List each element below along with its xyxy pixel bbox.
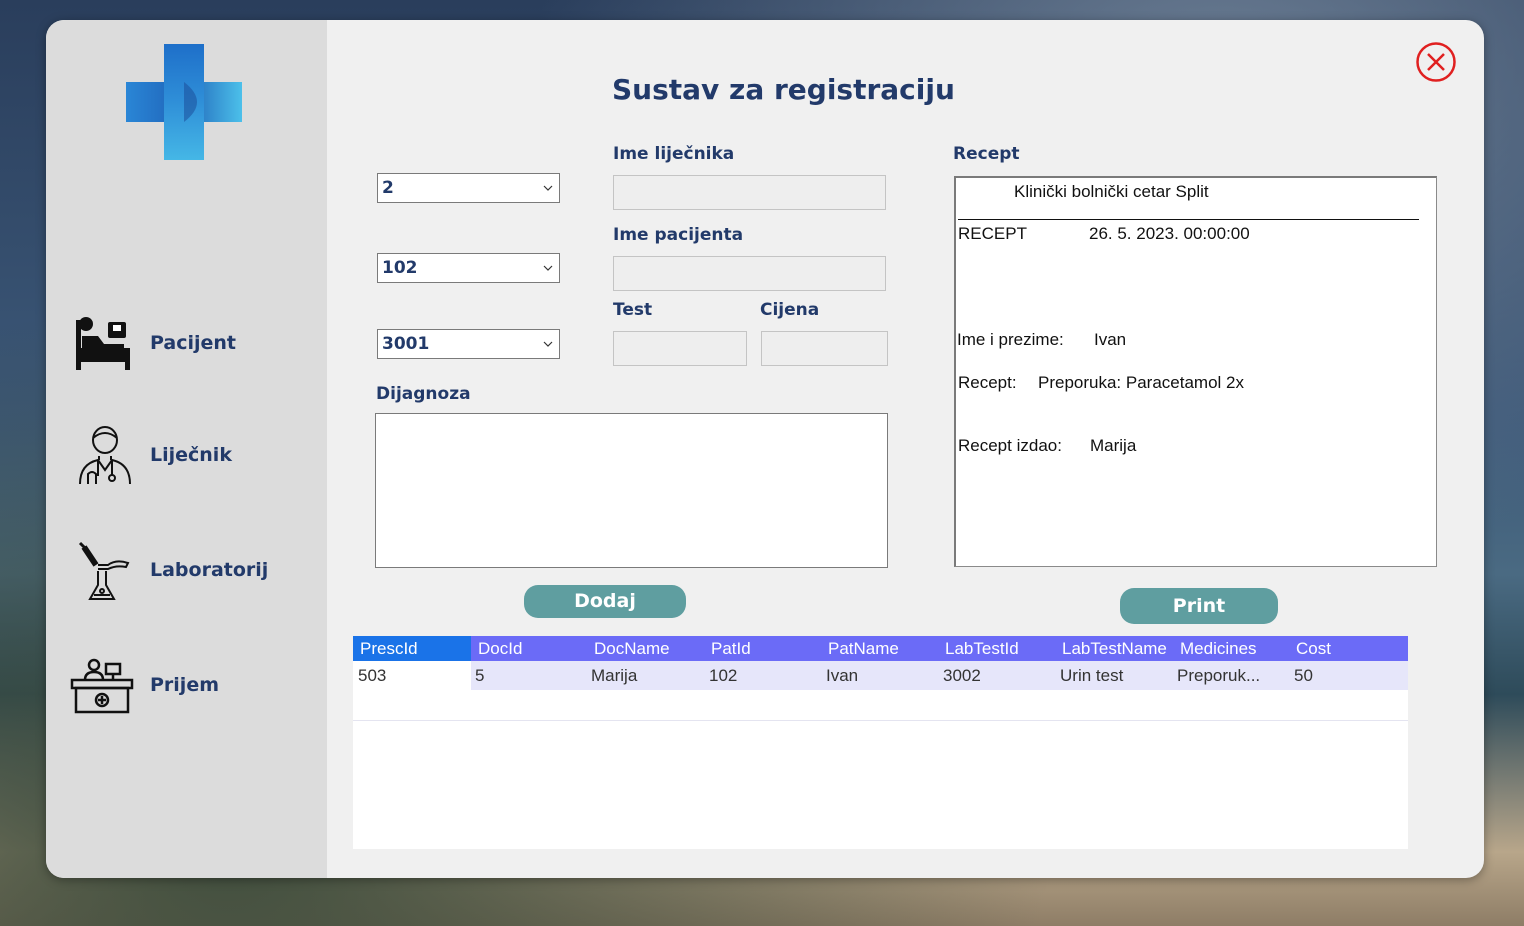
print-button[interactable]: Print [1120,588,1278,624]
cell-docname: Marija [591,666,638,685]
app-window: Pacijent Liječnik Laboratorij Prijem Sus… [46,20,1484,878]
doctor-id-select[interactable]: 2 [377,173,560,203]
column-header-labtestid[interactable]: LabTestId [945,639,1053,659]
sidebar-item-label: Laboratorij [150,559,269,581]
chevron-down-icon [543,185,553,191]
recept-name-label: Ime i prezime: [957,330,1064,349]
cost-field[interactable] [761,331,888,366]
sidebar: Pacijent Liječnik Laboratorij Prijem [46,20,327,878]
diagnosis-label: Dijagnoza [376,384,471,404]
doctor-name-field[interactable] [613,175,886,210]
recept-divider [958,219,1419,220]
chevron-down-icon [543,341,553,347]
sidebar-item-label: Prijem [150,674,220,696]
cell-patid: 102 [709,666,738,685]
cell-docid: 5 [475,666,485,685]
recept-issued-label: Recept izdao: [958,436,1062,455]
prescriptions-table[interactable]: PrescId DocId DocName PatId PatName LabT… [353,636,1408,849]
cell-prescid: 503 [358,666,387,685]
reception-desk-icon [70,658,134,714]
patient-name-label: Ime pacijenta [613,225,744,245]
table-header: PrescId DocId DocName PatId PatName LabT… [353,636,1408,661]
chevron-down-icon [543,265,553,271]
doctor-name-label: Ime liječnika [613,144,735,164]
recept-preview[interactable]: Klinički bolnički cetar Split RECEPT 26.… [954,176,1437,567]
cell-medicines: Preporuk... [1177,666,1261,685]
recept-medicine-label: Recept: [958,373,1017,392]
sidebar-item-laboratorij[interactable]: Laboratorij [68,541,308,601]
test-field[interactable] [613,331,747,366]
column-header-docname[interactable]: DocName [594,639,702,659]
recept-name-value: Ivan [1094,330,1127,349]
column-header-patid[interactable]: PatId [711,639,819,659]
column-header-medicines[interactable]: Medicines [1180,639,1288,659]
diagnosis-textarea[interactable] [375,413,888,568]
table-row[interactable]: 503 5 Marija 102 Ivan 3002 Urin test Pre… [353,661,1408,690]
recept-date: 26. 5. 2023. 00:00:00 [1089,224,1250,243]
doctor-icon [79,426,131,485]
recept-label: Recept [953,144,1020,164]
patient-bed-icon [76,317,130,370]
test-label: Test [613,300,653,320]
cell-cost: 50 [1294,666,1313,685]
column-header-labtestname[interactable]: LabTestName [1062,639,1172,659]
sidebar-item-lijecnik[interactable]: Liječnik [68,426,308,486]
cell-labtestname: Urin test [1060,666,1124,685]
sidebar-item-pacijent[interactable]: Pacijent [68,314,308,374]
cell-labtestid: 3002 [943,666,981,685]
sidebar-item-prijem[interactable]: Prijem [68,656,308,716]
patient-id-select[interactable]: 102 [377,253,560,283]
recept-heading: RECEPT [958,224,1027,243]
laboratory-icon [78,541,130,600]
recept-issued-value: Marija [1090,436,1137,455]
column-header-patname[interactable]: PatName [828,639,936,659]
test-id-select[interactable]: 3001 [377,329,560,359]
page-title: Sustav za registraciju [612,73,955,106]
recept-hospital: Klinički bolnički cetar Split [1014,182,1209,201]
cell-patname: Ivan [826,666,859,685]
close-icon[interactable] [1415,41,1457,83]
medical-cross-logo [126,44,242,160]
sidebar-item-label: Pacijent [150,332,237,354]
cost-label: Cijena [760,300,820,320]
new-row-divider [353,720,1408,721]
patient-name-field[interactable] [613,256,886,291]
sidebar-item-label: Liječnik [150,444,232,466]
recept-medicine-value: Preporuka: Paracetamol 2x [1038,373,1244,392]
column-header-cost[interactable]: Cost [1296,639,1404,659]
column-header-docid[interactable]: DocId [478,639,586,659]
column-header-prescid[interactable]: PrescId [360,639,468,659]
add-button[interactable]: Dodaj [524,585,686,618]
